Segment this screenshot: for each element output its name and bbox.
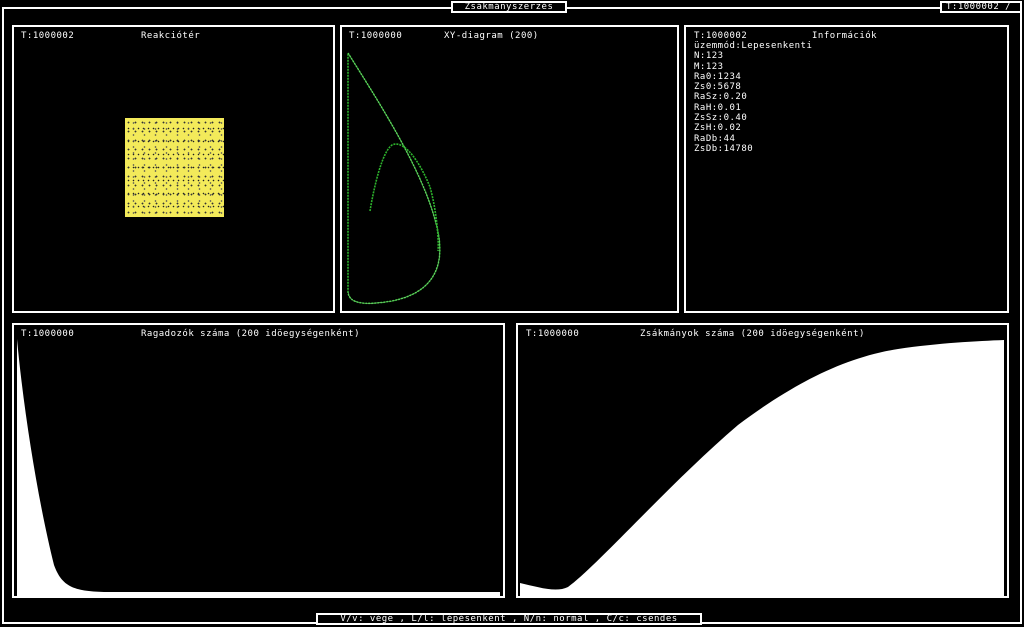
info-line-zsh: ZsH:0.02 [694, 123, 742, 134]
info-line-zsdb: ZsDb:14780 [694, 143, 754, 154]
info-title: Információk [812, 31, 878, 41]
info-line-zs0: Zs0:5678 [694, 82, 742, 93]
info-line-rah: RaH:0.01 [694, 102, 742, 113]
info-line-rasz: RaSz:0.20 [694, 92, 748, 103]
info-line-radb: RaDb:44 [694, 133, 736, 144]
predator-chart-panel: T:1000000 Ragadozók száma (200 idöegység… [12, 323, 505, 598]
info-time: T:1000002 [694, 31, 748, 41]
info-list: üzemmód:Lepesenkenti N:123 M:123 Ra0:123… [694, 41, 812, 154]
info-line-mode: üzemmód:Lepesenkenti [694, 41, 813, 51]
info-header: T:1000002 Információk [694, 31, 877, 41]
reaction-space-panel: T:1000002 Reakciótér [12, 25, 335, 313]
prey-chart-panel: T:1000000 Zsákmányok száma (200 idöegysé… [516, 323, 1009, 598]
info-line-zssz: ZsSz:0.40 [694, 113, 748, 124]
predator-area-chart [17, 339, 500, 596]
info-line-m: M:123 [694, 61, 724, 72]
info-line-n: N:123 [694, 51, 724, 62]
reaction-space-header: T:1000002 Reakciótér [21, 31, 200, 41]
info-line-ra0: Ra0:1234 [694, 71, 742, 82]
info-panel: T:1000002 Információk üzemmód:Lepesenken… [684, 25, 1009, 313]
global-time-indicator: T:1000002 / [940, 1, 1022, 13]
keyboard-shortcuts-bar: V/v: vége , L/l: lépésenként , N/n: norm… [316, 613, 702, 625]
xy-diagram-panel: T:1000000 XY-diagram (200) [340, 25, 679, 313]
reaction-space-time: T:1000002 [21, 31, 75, 41]
reaction-space-area [125, 118, 224, 217]
xy-phase-curve [347, 50, 441, 305]
prey-area-chart [520, 340, 1004, 596]
reaction-space-title: Reakciótér [141, 31, 201, 41]
window-title: Zsákmányszerzés [451, 1, 567, 13]
